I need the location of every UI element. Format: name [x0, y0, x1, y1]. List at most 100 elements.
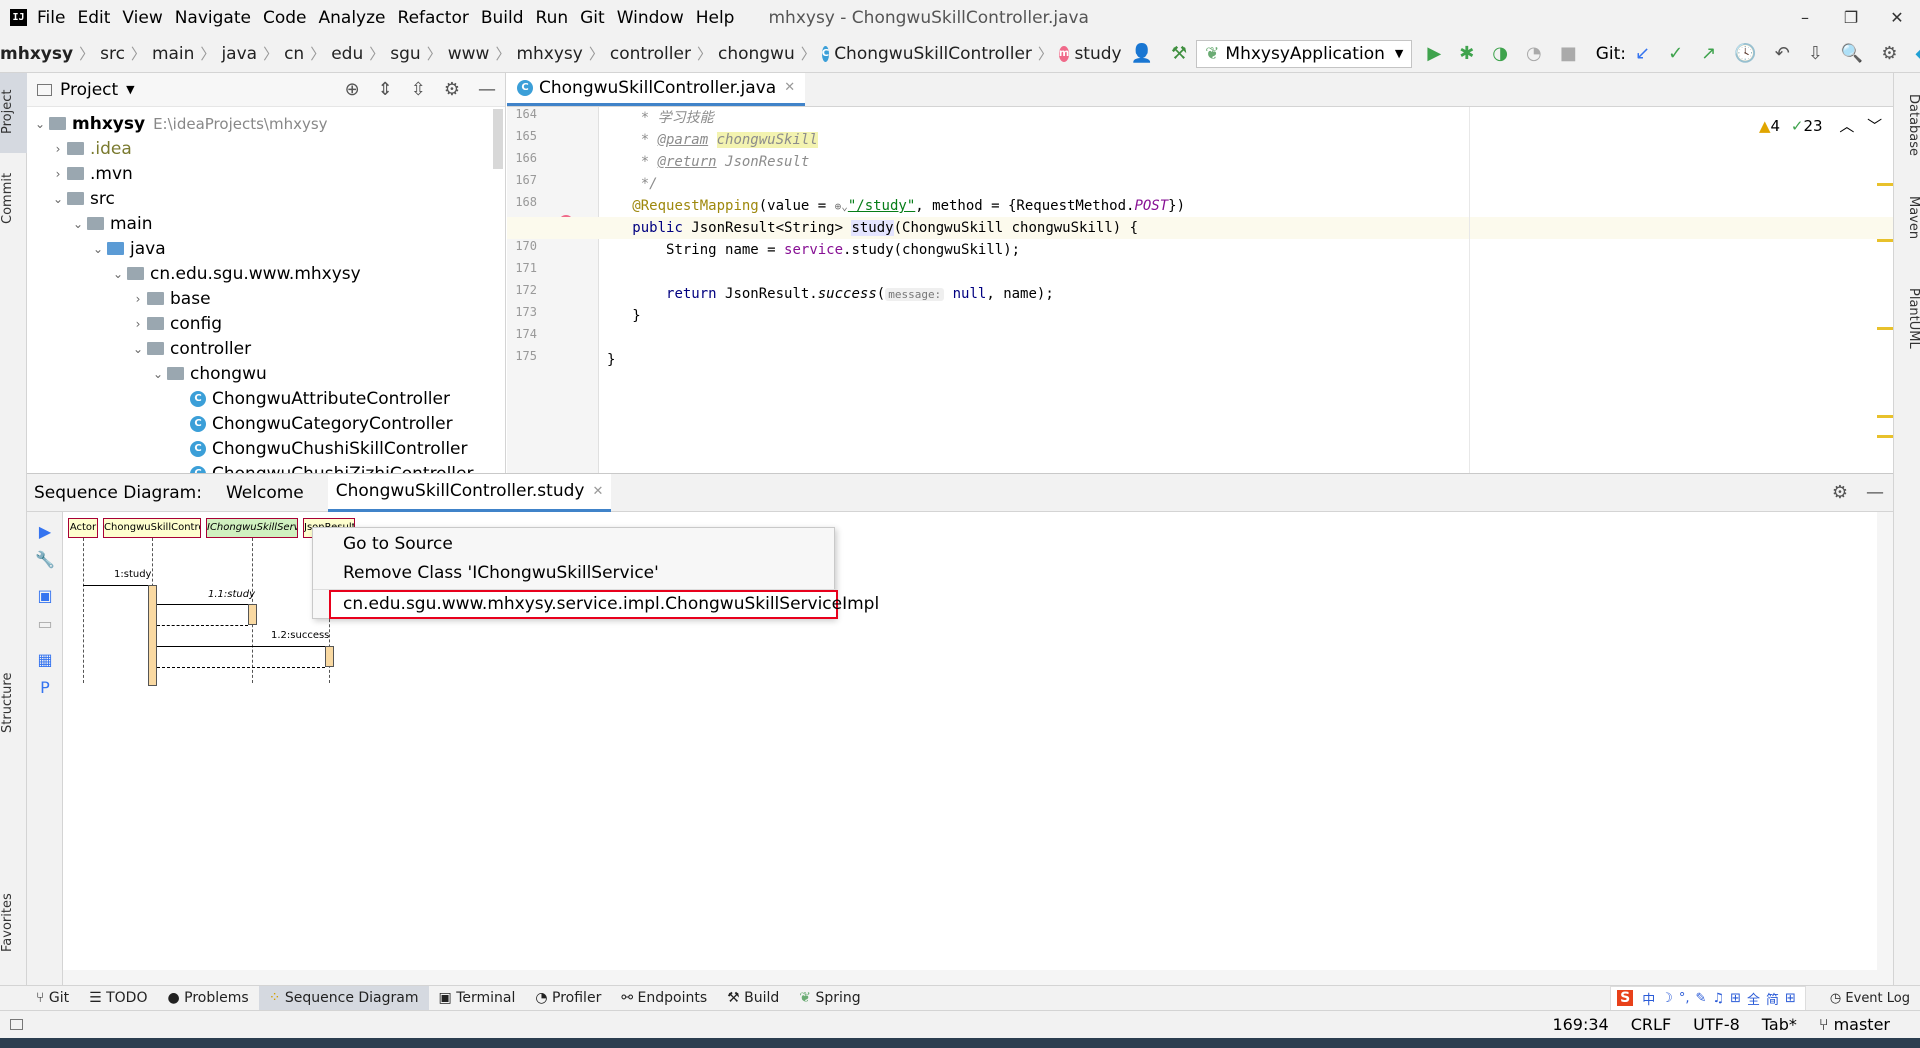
tree-item-class[interactable]: C ChongwuCategoryController [190, 411, 453, 436]
warning-stripe[interactable] [1877, 239, 1893, 242]
run-icon[interactable]: ▶ [35, 522, 55, 542]
tree-item-idea[interactable]: › .idea [49, 136, 132, 161]
breadcrumb-edu[interactable]: edu [331, 44, 363, 64]
warning-stripe[interactable] [1877, 415, 1893, 418]
search-icon[interactable]: 🔍 [1841, 43, 1863, 64]
git-commit-icon[interactable]: ✓ [1668, 43, 1683, 64]
file-encoding[interactable]: UTF-8 [1693, 1015, 1740, 1034]
ime-item[interactable]: ✎ [1696, 991, 1707, 1006]
bottom-tab-terminal[interactable]: ▣ Terminal [429, 986, 526, 1011]
warning-stripe[interactable] [1877, 183, 1893, 186]
tool-tab-project[interactable]: Project [0, 77, 27, 147]
menu-analyze[interactable]: Analyze [319, 8, 386, 28]
ime-item[interactable]: 简 [1766, 989, 1779, 1008]
tool-windows-toggle-icon[interactable] [10, 1019, 23, 1030]
ime-item[interactable]: ⊞ [1730, 991, 1741, 1006]
breadcrumb-mhxysy[interactable]: mhxysy [516, 44, 582, 64]
breadcrumb-chongwu[interactable]: chongwu [718, 44, 795, 64]
breadcrumb-project[interactable]: mhxysy [0, 44, 73, 64]
close-tab-icon[interactable]: ✕ [784, 80, 795, 95]
build-hammer-icon[interactable]: ⚒ [1171, 43, 1187, 64]
code-line-172[interactable]: return JsonResult.success(message: null,… [607, 283, 1054, 305]
close-button[interactable]: ✕ [1874, 8, 1920, 27]
tree-item-class[interactable]: C ChongwuChushiSkillController [190, 436, 468, 461]
menu-window[interactable]: Window [617, 8, 684, 28]
return-arrow[interactable] [157, 667, 325, 668]
wrench-icon[interactable]: 🔧 [35, 550, 55, 570]
code-line-164[interactable]: * 学习技能 [607, 107, 714, 129]
vertical-scrollbar[interactable] [1877, 512, 1893, 986]
git-branch[interactable]: ⑂ master [1819, 1015, 1890, 1034]
ime-item[interactable]: ♫ [1712, 991, 1724, 1006]
previous-highlight-icon[interactable]: ︿ [1839, 117, 1854, 135]
message-label[interactable]: 1.1:study [208, 589, 255, 600]
next-highlight-icon[interactable]: ﹀ [1867, 117, 1882, 135]
tool-tab-maven[interactable]: Maven [1894, 183, 1920, 253]
menu-item-remove-class[interactable]: Remove Class 'IChongwuSkillService' [313, 559, 836, 587]
code-line-165[interactable]: * @param chongwuSkill [607, 129, 818, 151]
code-line-166[interactable]: * @return JsonResult [607, 151, 810, 173]
message-arrow[interactable] [157, 604, 248, 605]
ime-item[interactable]: °, [1679, 991, 1690, 1006]
gear-icon[interactable]: ⚙ [1832, 482, 1848, 503]
message-label[interactable]: 1.2:success [271, 630, 329, 641]
breadcrumb-controller[interactable]: controller [610, 44, 691, 64]
message-label[interactable]: 1:study [114, 569, 151, 580]
menu-view[interactable]: View [122, 8, 162, 28]
minimize-button[interactable]: – [1782, 8, 1828, 27]
indent-setting[interactable]: Tab* [1762, 1015, 1797, 1034]
menu-item-go-to-source[interactable]: Go to Source [313, 530, 836, 558]
image-export-icon[interactable]: ▦ [35, 650, 55, 670]
bottom-tab-endpoints[interactable]: ⚯ Endpoints [611, 986, 717, 1011]
ime-item[interactable]: 全 [1747, 989, 1760, 1008]
folder-icon[interactable]: ▭ [35, 614, 55, 634]
caret-position[interactable]: 169:34 [1552, 1015, 1608, 1034]
warning-stripe[interactable] [1877, 435, 1893, 438]
breadcrumb-class[interactable]: ChongwuSkillController [834, 44, 1032, 64]
activation-jsonresult[interactable] [325, 646, 334, 667]
tool-tab-plantuml[interactable]: PlantUML [1894, 273, 1920, 363]
breadcrumb-java[interactable]: java [221, 44, 257, 64]
tree-item-mvn[interactable]: › .mvn [49, 161, 133, 186]
breadcrumb-src[interactable]: src [100, 44, 125, 64]
code-line-173[interactable]: } [607, 305, 640, 327]
menu-navigate[interactable]: Navigate [175, 8, 251, 28]
tool-tab-favorites[interactable]: Favorites [0, 883, 27, 963]
user-icon[interactable]: 👤 [1131, 43, 1153, 64]
maximize-button[interactable]: ❐ [1828, 8, 1874, 27]
menu-help[interactable]: Help [696, 8, 735, 28]
line-separator[interactable]: CRLF [1631, 1015, 1671, 1034]
breadcrumb-method[interactable]: study [1074, 44, 1121, 64]
gear-icon[interactable]: ⚙ [444, 79, 460, 100]
tree-item-main[interactable]: ⌄ main [69, 211, 153, 236]
ime-item[interactable]: ⊞ [1785, 991, 1796, 1006]
bottom-tab-git[interactable]: ⑂ Git [26, 986, 79, 1011]
bottom-tab-profiler[interactable]: ◔ Profiler [525, 986, 611, 1011]
activation-controller[interactable] [148, 585, 157, 686]
git-push-icon[interactable]: ↗ [1701, 43, 1716, 64]
participant-service-interface[interactable]: IChongwuSkillService [206, 518, 298, 538]
rollback-icon[interactable]: ↶ [1775, 43, 1790, 64]
event-log-tab[interactable]: ◷ Event Log [1820, 986, 1920, 1011]
participant-controller[interactable]: ChongwuSkillController [103, 518, 201, 538]
breadcrumb-sgu[interactable]: sgu [390, 44, 420, 64]
stop-icon[interactable]: ■ [1560, 43, 1577, 64]
hide-icon[interactable]: — [478, 79, 496, 100]
expand-all-icon[interactable]: ⇕ [378, 79, 393, 100]
bottom-tab-sequence-diagram[interactable]: ⁘ Sequence Diagram [258, 985, 429, 1011]
tree-item-java[interactable]: ⌄ java [89, 236, 166, 261]
menu-refactor[interactable]: Refactor [398, 8, 469, 28]
code-line-169[interactable]: public JsonResult<String> study(ChongwuS… [607, 217, 1138, 239]
vcs-operations-icon[interactable]: ⇩ [1808, 43, 1823, 64]
ime-item[interactable]: ☽ [1661, 991, 1673, 1006]
menu-file[interactable]: File [37, 8, 65, 28]
activation-service[interactable] [248, 604, 257, 625]
bottom-tab-problems[interactable]: ● Problems [157, 986, 258, 1011]
tool-tab-commit[interactable]: Commit [0, 163, 27, 233]
breadcrumb-main[interactable]: main [152, 44, 194, 64]
debug-icon[interactable]: ✱ [1459, 43, 1474, 64]
menu-code[interactable]: Code [263, 8, 307, 28]
run-config-select[interactable]: ❦ MhxysyApplication ▼ [1196, 39, 1413, 68]
ime-toolbar[interactable]: S 中 ☽ °, ✎ ♫ ⊞ 全 简 ⊞ [1610, 985, 1806, 1011]
settings-gear-icon[interactable]: ⚙ [1881, 43, 1897, 64]
